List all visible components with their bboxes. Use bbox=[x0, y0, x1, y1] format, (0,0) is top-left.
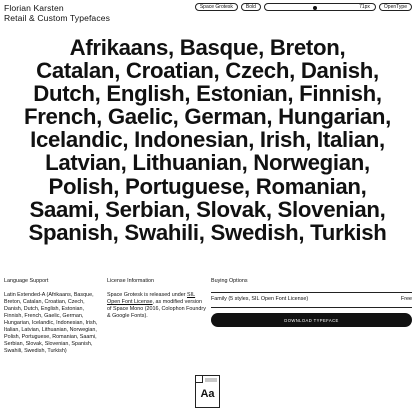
license-text: Space Grotesk is released under SIL Open… bbox=[107, 292, 206, 320]
type-specimen[interactable]: Afrikaans, Basque, Breton, Catalan, Croa… bbox=[10, 36, 405, 244]
specimen-toolbar: Space Grotesk Bold 71px OpenType bbox=[194, 3, 412, 11]
specimen-line: Icelandic, Indonesian, Irish, Italian, bbox=[30, 127, 385, 153]
site-header: Florian Karsten Retail & Custom Typeface… bbox=[4, 3, 110, 23]
license-section: License Information Space Grotesk is rel… bbox=[107, 278, 206, 320]
language-support-text: Latin Extended-A (Afrikaans, Basque, Bre… bbox=[4, 292, 98, 354]
license-text-start: Space Grotesk is released under bbox=[107, 292, 188, 298]
font-select[interactable]: Space Grotesk bbox=[194, 3, 238, 11]
buying-options-heading: Buying Options bbox=[211, 278, 248, 284]
family-option-label: Family (5 styles, SIL Open Font License) bbox=[211, 296, 309, 302]
specimen-line: Dutch, English, Estonian, Finnish, bbox=[33, 81, 382, 107]
glyph-sample: Aa bbox=[200, 388, 215, 400]
dot-pattern bbox=[205, 378, 217, 382]
specimen-line: Afrikaans, Basque, Breton, bbox=[69, 35, 346, 60]
page-fold bbox=[196, 376, 203, 383]
family-option-row[interactable]: Family (5 styles, SIL Open Font License)… bbox=[211, 292, 412, 307]
specimen-line: Spanish, Swahili, Swedish, Turkish bbox=[28, 219, 387, 245]
family-option-price: Free bbox=[400, 296, 412, 302]
buying-options-section: Buying Options Family (5 styles, SIL Ope… bbox=[211, 278, 412, 327]
specimen-line: Saami, Serbian, Slovak, Slovenian, bbox=[29, 196, 386, 222]
opentype-button[interactable]: OpenType bbox=[378, 3, 412, 11]
specimen-line: French, Gaelic, German, Hungarian, bbox=[23, 104, 392, 130]
specimen-line: Catalan, Croatian, Czech, Danish, bbox=[36, 58, 379, 84]
specimen-line: Latvian, Lithuanian, Norwegian, bbox=[45, 150, 370, 176]
specimen-line: Polish, Portuguese, Romanian, bbox=[48, 173, 367, 199]
license-heading: License Information bbox=[107, 278, 155, 284]
style-select[interactable]: Bold bbox=[240, 3, 261, 11]
size-slider[interactable]: 71px bbox=[263, 3, 376, 11]
site-tagline: Retail & Custom Typefaces bbox=[4, 13, 110, 23]
site-name-link[interactable]: Florian Karsten bbox=[4, 3, 110, 13]
size-value: 71px bbox=[359, 4, 370, 10]
divider bbox=[211, 307, 412, 308]
download-typeface-button[interactable]: DOWNLOAD TYPEFACE bbox=[211, 313, 412, 327]
language-support-heading: Language Support bbox=[4, 278, 49, 284]
slider-knob[interactable] bbox=[312, 5, 317, 10]
language-support-section: Language Support Latin Extended-A (Afrik… bbox=[4, 278, 100, 355]
font-file-icon[interactable]: Aa bbox=[195, 375, 220, 408]
